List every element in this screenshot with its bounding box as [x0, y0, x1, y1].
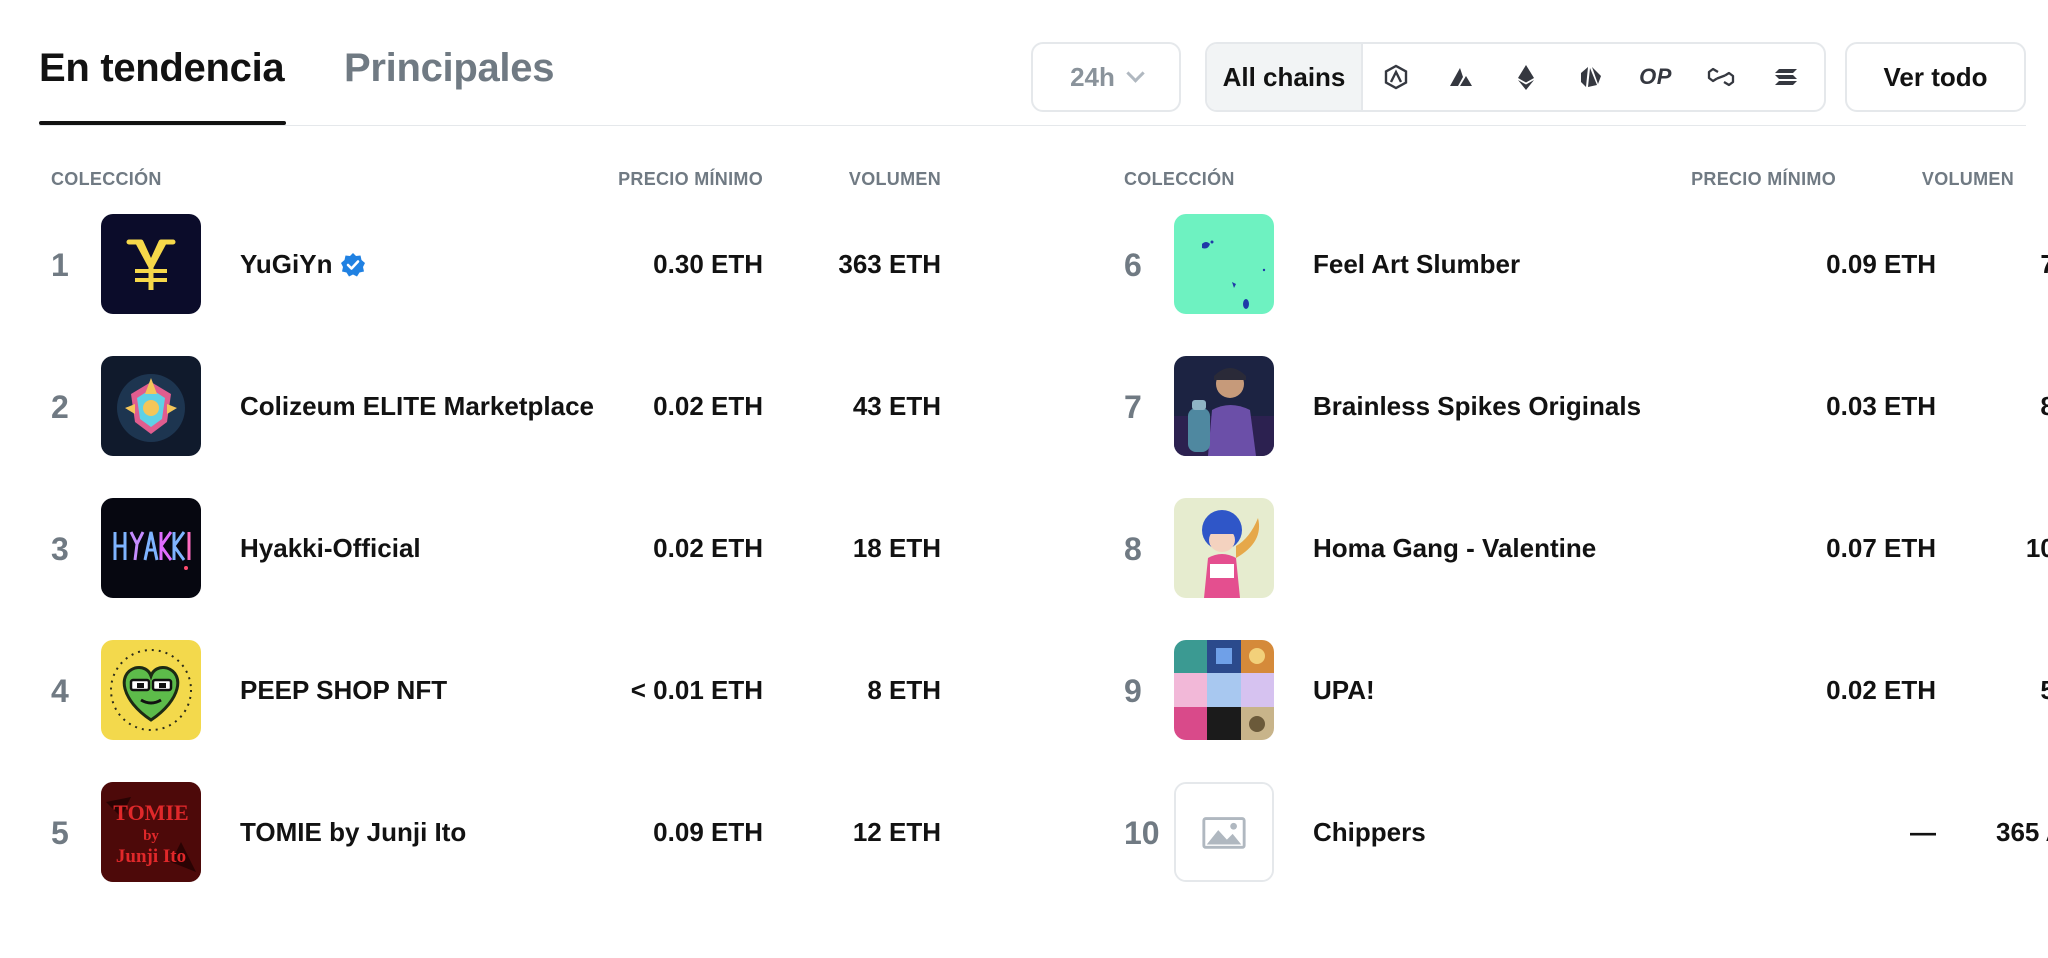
volume: 8 ETH: [2040, 391, 2048, 421]
collection-thumbnail: [1174, 498, 1274, 598]
collection-name[interactable]: Homa Gang - Valentine: [1313, 533, 1596, 564]
collection-thumbnail: [101, 214, 201, 314]
collections-header: En tendencia Principales 24h All chains …: [39, 0, 2026, 126]
collection-thumbnail: [1174, 640, 1274, 740]
collection-name[interactable]: Brainless Spikes Originals: [1313, 391, 1641, 422]
optimism-label: OP: [1639, 64, 1672, 89]
column-header-volume: VOLUMEN: [1921, 169, 2014, 189]
floor-price: 0.02 ETH: [653, 533, 763, 563]
collection-row[interactable]: 5 TOMIE by Junji Ito TOMIE by Junji Ito …: [0, 782, 960, 882]
column-header-collection: COLECCIÓN: [1124, 169, 1235, 189]
collection-thumbnail: [101, 498, 201, 598]
column-header-collection: COLECCIÓN: [51, 169, 162, 189]
rank-number: 2: [51, 389, 69, 425]
period-value: 24h: [1070, 61, 1115, 92]
collection-thumbnail: [1174, 356, 1274, 456]
collection-thumbnail: [1174, 214, 1274, 314]
floor-price: 0.30 ETH: [653, 249, 763, 279]
avalanche-icon[interactable]: [1428, 44, 1493, 110]
rank-number: 5: [51, 815, 69, 851]
collection-row[interactable]: 2 Colizeum ELITE Marketplace 0.02 ETH 43…: [0, 356, 960, 456]
collection-name[interactable]: Colizeum ELITE Marketplace: [240, 391, 594, 422]
collection-row[interactable]: 9 UPA! 0.02 ETH 5 ETH: [1100, 640, 2048, 740]
column-header-floor-price: PRECIO MÍNIMO: [618, 169, 763, 189]
chevron-down-icon: [1126, 63, 1145, 83]
floor-price: 0.09 ETH: [653, 817, 763, 847]
collection-row[interactable]: 1 YuGiYn 0.30 ETH 363 ETH: [0, 214, 960, 314]
volume: 18 ETH: [852, 533, 941, 563]
collection-name[interactable]: Feel Art Slumber: [1313, 249, 1520, 280]
header-divider: [39, 125, 2026, 126]
floor-price: 0.02 ETH: [653, 391, 763, 421]
collection-row[interactable]: 4 PEEP SHOP NFT < 0.01 ETH 8 ETH: [0, 640, 960, 740]
thumb-text-line-3: Junji Ito: [116, 846, 186, 867]
klaytn-icon[interactable]: [1558, 44, 1623, 110]
collection-name-text: YuGiYn: [240, 249, 333, 279]
rank-number: 9: [1124, 673, 1142, 709]
polygon-icon[interactable]: [1688, 44, 1753, 110]
optimism-icon[interactable]: OP: [1623, 44, 1688, 110]
rank-number: 4: [51, 673, 69, 709]
rank-number: 8: [1124, 531, 1142, 567]
collection-row[interactable]: 6 Feel Art Slumber 0.09 ETH 7 ETH: [1100, 214, 2048, 314]
tab-trending[interactable]: En tendencia: [39, 46, 285, 91]
collection-row[interactable]: 7 Brainless Spikes Originals 0.03 ETH 8 …: [1100, 356, 2048, 456]
collection-thumbnail: [101, 356, 201, 456]
chain-filter: All chains OP: [1205, 42, 1826, 112]
tab-top[interactable]: Principales: [344, 46, 554, 91]
verified-badge-icon: [341, 252, 366, 276]
collection-name[interactable]: UPA!: [1313, 675, 1375, 706]
rank-number: 3: [51, 531, 69, 567]
volume: 12 ETH: [852, 817, 941, 847]
volume: 8 ETH: [867, 675, 941, 705]
arbitrum-icon[interactable]: [1363, 44, 1428, 110]
column-header-floor-price: PRECIO MÍNIMO: [1691, 169, 1836, 189]
chain-all-button[interactable]: All chains: [1207, 44, 1363, 110]
collection-thumbnail: [101, 640, 201, 740]
volume: 5 ETH: [2040, 675, 2048, 705]
ethereum-icon[interactable]: [1493, 44, 1558, 110]
floor-price: < 0.01 ETH: [630, 675, 763, 705]
volume: 7 ETH: [2040, 249, 2048, 279]
thumb-text-line-2: by: [143, 828, 159, 844]
volume: 365 AVAX: [1995, 817, 2048, 847]
thumb-text-line-1: TOMIE: [113, 800, 188, 825]
solana-icon[interactable]: [1753, 44, 1818, 110]
collection-name[interactable]: Chippers: [1313, 817, 1426, 848]
rank-number: 10: [1124, 815, 1160, 851]
rank-number: 6: [1124, 247, 1142, 283]
collection-name[interactable]: YuGiYn: [240, 249, 366, 280]
period-dropdown[interactable]: 24h: [1031, 42, 1181, 112]
volume: 10 ETH: [2025, 533, 2048, 563]
collection-name[interactable]: Hyakki-Official: [240, 533, 421, 564]
volume: 363 ETH: [838, 249, 941, 279]
column-header-volume: VOLUMEN: [848, 169, 941, 189]
volume: 43 ETH: [852, 391, 941, 421]
collection-row[interactable]: 8 Homa Gang - Valentine 0.07 ETH 10 ETH: [1100, 498, 2048, 598]
rank-number: 7: [1124, 389, 1142, 425]
collection-name[interactable]: PEEP SHOP NFT: [240, 675, 447, 706]
collection-row[interactable]: 3 Hyakki-Official 0.02 ETH 18 ETH: [0, 498, 960, 598]
placeholder-image-icon: [1174, 782, 1274, 882]
collection-name[interactable]: TOMIE by Junji Ito: [240, 817, 466, 848]
collection-row[interactable]: 10 Chippers — 365 AVAX: [1100, 782, 2048, 882]
view-all-button[interactable]: Ver todo: [1845, 42, 2026, 112]
rank-number: 1: [51, 247, 69, 283]
collection-thumbnail: TOMIE by Junji Ito: [101, 782, 201, 882]
